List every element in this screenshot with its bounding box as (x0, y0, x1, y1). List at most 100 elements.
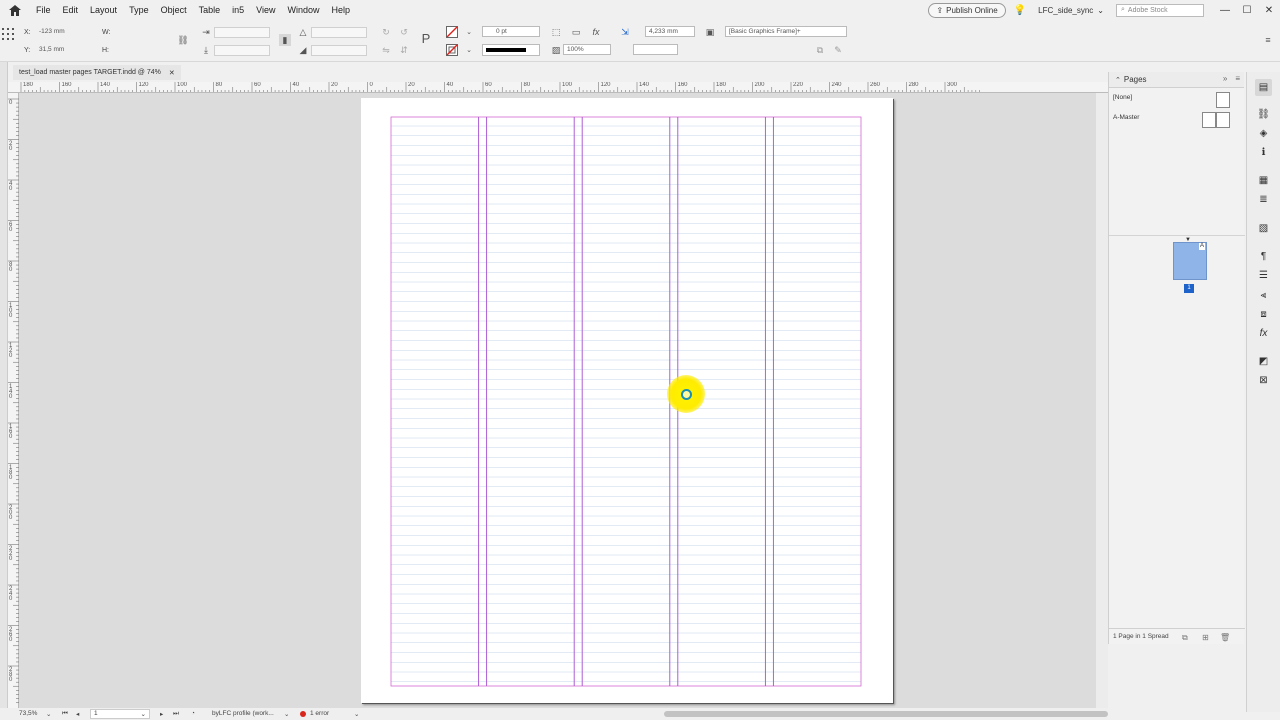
fit-frame-icon[interactable]: ▭ (570, 26, 582, 38)
master-none-label: [None] (1113, 94, 1133, 101)
rotate-ccw-icon[interactable]: ↺ (398, 26, 410, 38)
horizontal-scrollbar[interactable] (368, 708, 1108, 720)
pathfinder-icon[interactable]: ⧈ (1255, 306, 1272, 323)
scale-lock-icon[interactable]: ▮ (279, 34, 291, 46)
swatches-icon[interactable]: ▦ (1255, 172, 1272, 189)
menu-type[interactable]: Type (123, 0, 155, 20)
h-field[interactable] (114, 45, 172, 56)
panel-collapse-icon: ⌃ (1115, 76, 1121, 84)
align-icon[interactable]: ⫷ (1255, 287, 1272, 304)
text-wrap-icon[interactable]: ⊠ (1255, 372, 1272, 389)
master-none[interactable]: [None] (1109, 90, 1245, 110)
rotate-cw-icon[interactable]: ↻ (380, 26, 392, 38)
gap-field[interactable]: 4,233 mm (645, 26, 695, 37)
menu-layout[interactable]: Layout (84, 0, 123, 20)
info-icon[interactable]: ℹ (1255, 144, 1272, 161)
stroke-position-field[interactable] (633, 44, 678, 55)
preflight-profile[interactable]: byLFC profile (work... (212, 710, 274, 717)
menu-file[interactable]: File (30, 0, 57, 20)
master-a[interactable]: A-Master (1109, 110, 1245, 130)
first-page-icon[interactable]: ⏮ (62, 710, 68, 718)
effects-icon[interactable]: fx (1255, 325, 1272, 342)
panel-menu-icon[interactable]: ≡ (1235, 74, 1240, 83)
color-icon[interactable]: ▧ (1255, 220, 1272, 237)
effects-fx-icon[interactable]: fx (590, 26, 602, 38)
horizontal-ruler[interactable]: 180 160 140 120 100 80 60 40 20 0 20 40 60 80 100 120 14… (8, 82, 1108, 93)
stroke-icon[interactable]: ≣ (1255, 191, 1272, 208)
stroke-weight-field[interactable]: 0 pt (482, 26, 540, 37)
adobe-stock-search[interactable]: ⌕ Adobe Stock (1116, 3, 1204, 17)
links-icon[interactable]: ⛓ (1255, 106, 1272, 123)
object-style-select[interactable]: [Basic Graphics Frame]+ (725, 26, 847, 37)
profile-dropdown-icon[interactable]: ⌄ (284, 710, 289, 718)
stroke-swatch-icon[interactable] (446, 44, 458, 56)
vertical-scrollbar[interactable] (1096, 93, 1108, 708)
vertical-ruler[interactable]: 0 20 40 60 80 100 120 140 160 180 200 220 240 260 280 (8, 93, 19, 708)
stroke-type-select[interactable] (482, 44, 540, 56)
document-title: test_load master pages TARGET.indd @ 74% (19, 69, 161, 76)
menu-table[interactable]: Table (193, 0, 227, 20)
maximize-button[interactable]: ☐ (1236, 5, 1258, 16)
menu-view[interactable]: View (250, 0, 281, 20)
pilcrow-icon[interactable]: P (420, 31, 432, 46)
fill-dropdown-icon[interactable]: ⌄ (463, 26, 475, 38)
fill-swatch-icon[interactable] (446, 26, 458, 38)
scale-x-field[interactable] (214, 27, 270, 38)
page-size-icon[interactable]: ⧉ (1182, 630, 1188, 645)
preflight-icon[interactable]: ◔ (191, 710, 195, 717)
character-styles-icon[interactable]: ☰ (1255, 267, 1272, 284)
new-page-icon[interactable]: ⊞ (1202, 630, 1209, 645)
flip-horizontal-icon[interactable]: ⇋ (380, 44, 392, 56)
gradient-icon[interactable]: ◩ (1255, 353, 1272, 370)
frame-fit-icon[interactable]: ⬚ (550, 26, 562, 38)
clear-style-icon[interactable]: ✎ (832, 44, 844, 56)
prev-page-icon[interactable]: ◂ (76, 710, 79, 718)
close-window-button[interactable]: ✕ (1258, 5, 1280, 16)
menu-help[interactable]: Help (326, 0, 357, 20)
rotate-field[interactable] (311, 27, 367, 38)
delete-page-icon[interactable]: 🗑 (1220, 630, 1230, 645)
panel-divider[interactable] (1109, 235, 1245, 236)
zoom-level[interactable]: 73,5% (19, 710, 37, 717)
menu-edit[interactable]: Edit (57, 0, 85, 20)
lightbulb-icon[interactable]: 💡 (1014, 5, 1026, 16)
control-panel-menu-icon[interactable]: ≡ (1262, 34, 1274, 46)
clear-overrides-icon[interactable]: ⧉ (814, 44, 826, 56)
constrain-proportions-icon[interactable]: ⛓ (177, 34, 189, 46)
flip-vertical-icon[interactable]: ⇵ (398, 44, 410, 56)
error-count[interactable]: 1 error (310, 710, 329, 717)
layers-icon[interactable]: ◈ (1255, 125, 1272, 142)
last-page-icon[interactable]: ⏭ (173, 710, 179, 718)
collapse-panel-icon[interactable]: » (1223, 74, 1227, 83)
tools-panel-collapsed[interactable] (0, 62, 8, 712)
horizontal-scroll-thumb[interactable] (664, 711, 1108, 717)
next-page-icon[interactable]: ▸ (160, 710, 163, 718)
auto-fit-icon[interactable]: ⇲ (619, 26, 631, 38)
menu-object[interactable]: Object (155, 0, 193, 20)
document-page[interactable] (361, 98, 893, 703)
opacity-field[interactable]: 100% (563, 44, 611, 55)
pages-tab[interactable]: ⌃ Pages (1115, 75, 1147, 84)
zoom-dropdown-icon[interactable]: ⌄ (46, 710, 51, 718)
scale-y-field[interactable] (214, 45, 270, 56)
publish-online-button[interactable]: ⇪ Publish Online (928, 2, 1006, 18)
minimize-button[interactable]: — (1214, 5, 1236, 16)
document-tab[interactable]: test_load master pages TARGET.indd @ 74%… (13, 65, 181, 80)
paragraph-styles-icon[interactable]: ¶ (1255, 248, 1272, 265)
workspace-switcher[interactable]: LFC_side_sync ⌄ (1038, 6, 1104, 15)
page-number-field[interactable]: 1 ⌄ (90, 709, 150, 719)
errors-dropdown-icon[interactable]: ⌄ (354, 710, 359, 718)
page-thumbnail-1[interactable]: A (1173, 242, 1207, 280)
shear-field[interactable] (311, 45, 367, 56)
home-icon[interactable] (0, 0, 30, 20)
menu-window[interactable]: Window (281, 0, 325, 20)
stroke-dropdown-icon[interactable]: ⌄ (463, 44, 475, 56)
pages-icon[interactable]: ▤ (1255, 79, 1272, 96)
menu-in5[interactable]: in5 (226, 0, 250, 20)
pasteboard[interactable] (19, 93, 1108, 708)
x-field[interactable]: -123 mm (36, 27, 94, 38)
reference-point-icon[interactable] (2, 28, 14, 40)
w-field[interactable] (114, 27, 172, 38)
close-tab-icon[interactable]: ✕ (169, 69, 175, 77)
y-field[interactable]: 31,5 mm (36, 45, 94, 56)
